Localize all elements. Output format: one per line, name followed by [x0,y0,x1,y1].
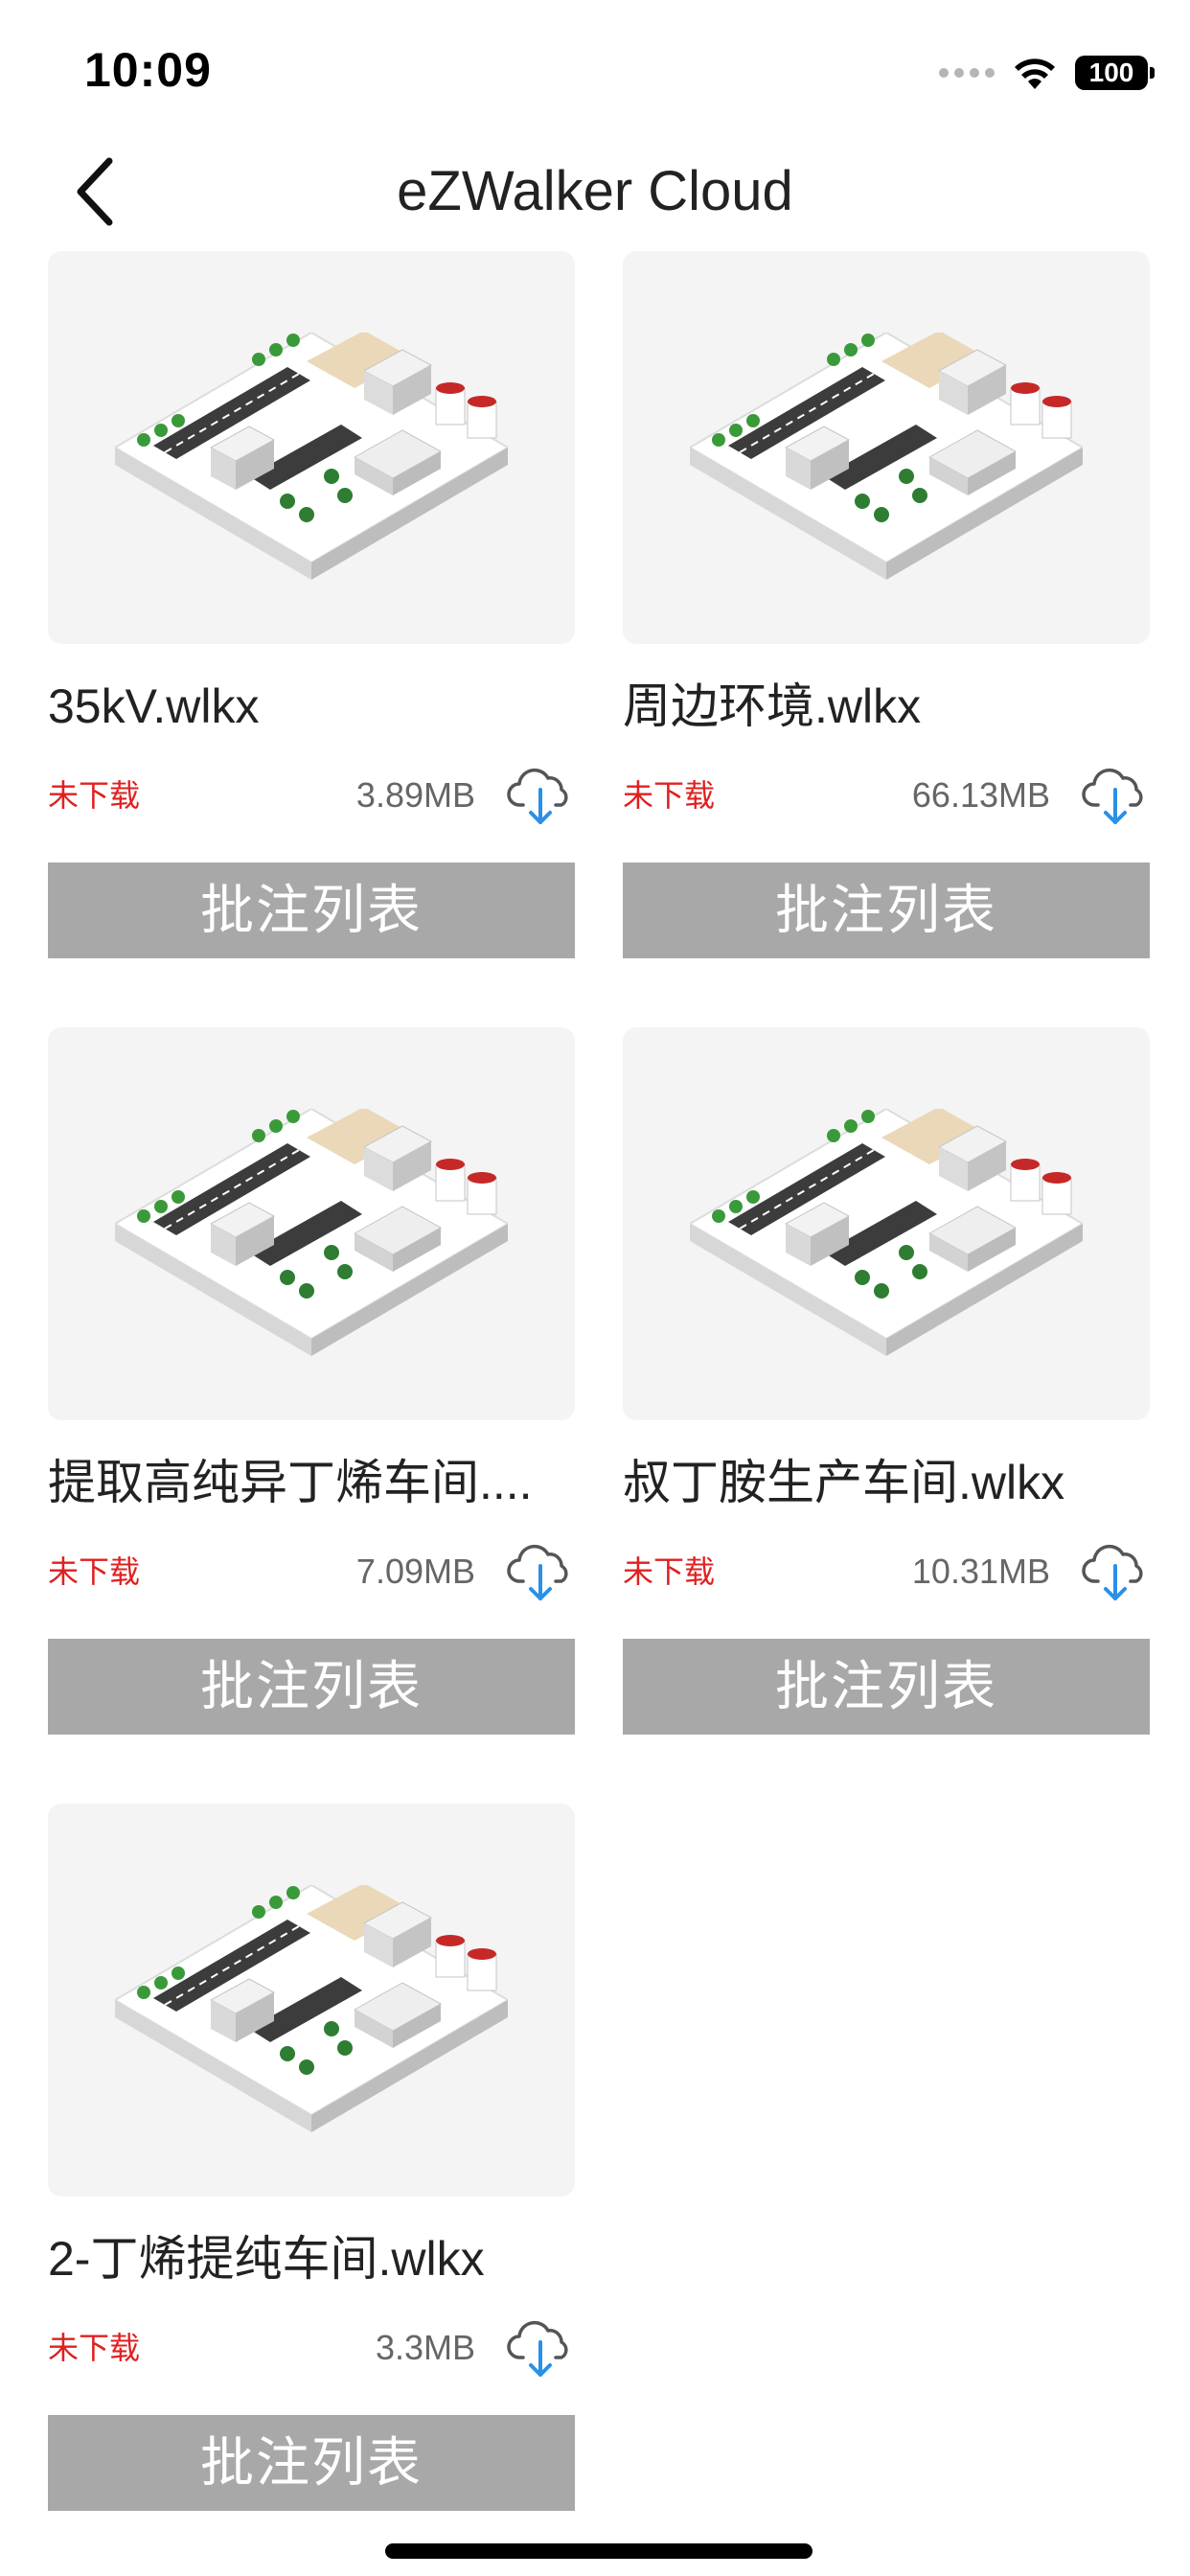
file-name: 2-丁烯提纯车间.wlkx [48,2232,485,2286]
download-status: 未下载 [623,778,716,813]
file-size: 10.31MB [911,1552,1050,1591]
download-button[interactable] [506,761,575,830]
page-title: eZWalker Cloud [397,160,793,222]
annotation-list-button[interactable]: 批注列表 [48,862,575,958]
wifi-icon [1015,58,1055,89]
isometric-city-icon [690,333,1083,581]
download-button[interactable] [506,2313,575,2382]
download-status: 未下载 [48,1554,141,1589]
isometric-city-icon [115,1109,508,1357]
file-size: 3.3MB [375,2328,475,2367]
file-thumbnail[interactable] [48,1804,575,2196]
file-size: 3.89MB [355,775,475,815]
file-name: 周边环境.wlkx [623,679,922,733]
download-status: 未下载 [48,778,141,813]
cloud-download-icon [1082,1544,1143,1600]
isometric-city-icon [115,333,508,581]
isometric-city-icon [690,1109,1083,1357]
cloud-download-icon [507,2320,568,2377]
status-time: 10:09 [84,43,212,97]
file-thumbnail[interactable] [48,1027,575,1420]
file-thumbnail[interactable] [623,1027,1150,1420]
file-name: 提取高纯异丁烯车间.... [48,1456,533,1509]
annotation-list-button[interactable]: 批注列表 [48,1639,575,1735]
file-thumbnail[interactable] [623,251,1150,644]
download-button[interactable] [1081,761,1150,830]
download-status: 未下载 [623,1554,716,1589]
cloud-download-icon [1082,768,1143,824]
file-name: 叔丁胺生产车间.wlkx [623,1456,1065,1509]
download-status: 未下载 [48,2331,141,2365]
download-button[interactable] [506,1537,575,1606]
signal-dots-icon [939,68,995,78]
annotation-list-button[interactable]: 批注列表 [48,2415,575,2511]
status-icons: 100 [939,50,1155,96]
nav-bar: eZWalker Cloud [0,134,1190,249]
annotation-list-button[interactable]: 批注列表 [623,1639,1150,1735]
file-size: 7.09MB [355,1552,475,1591]
isometric-city-icon [115,1885,508,2133]
file-size: 66.13MB [911,775,1050,815]
cloud-download-icon [507,768,568,824]
annotation-list-button[interactable]: 批注列表 [623,862,1150,958]
battery-level: 100 [1088,58,1134,87]
file-name: 35kV.wlkx [48,679,260,733]
home-indicator[interactable] [385,2543,812,2559]
status-bar: 10:09 100 [0,0,1190,134]
battery-icon: 100 [1075,56,1155,90]
cloud-download-icon [507,1544,568,1600]
file-thumbnail[interactable] [48,251,575,644]
download-button[interactable] [1081,1537,1150,1606]
